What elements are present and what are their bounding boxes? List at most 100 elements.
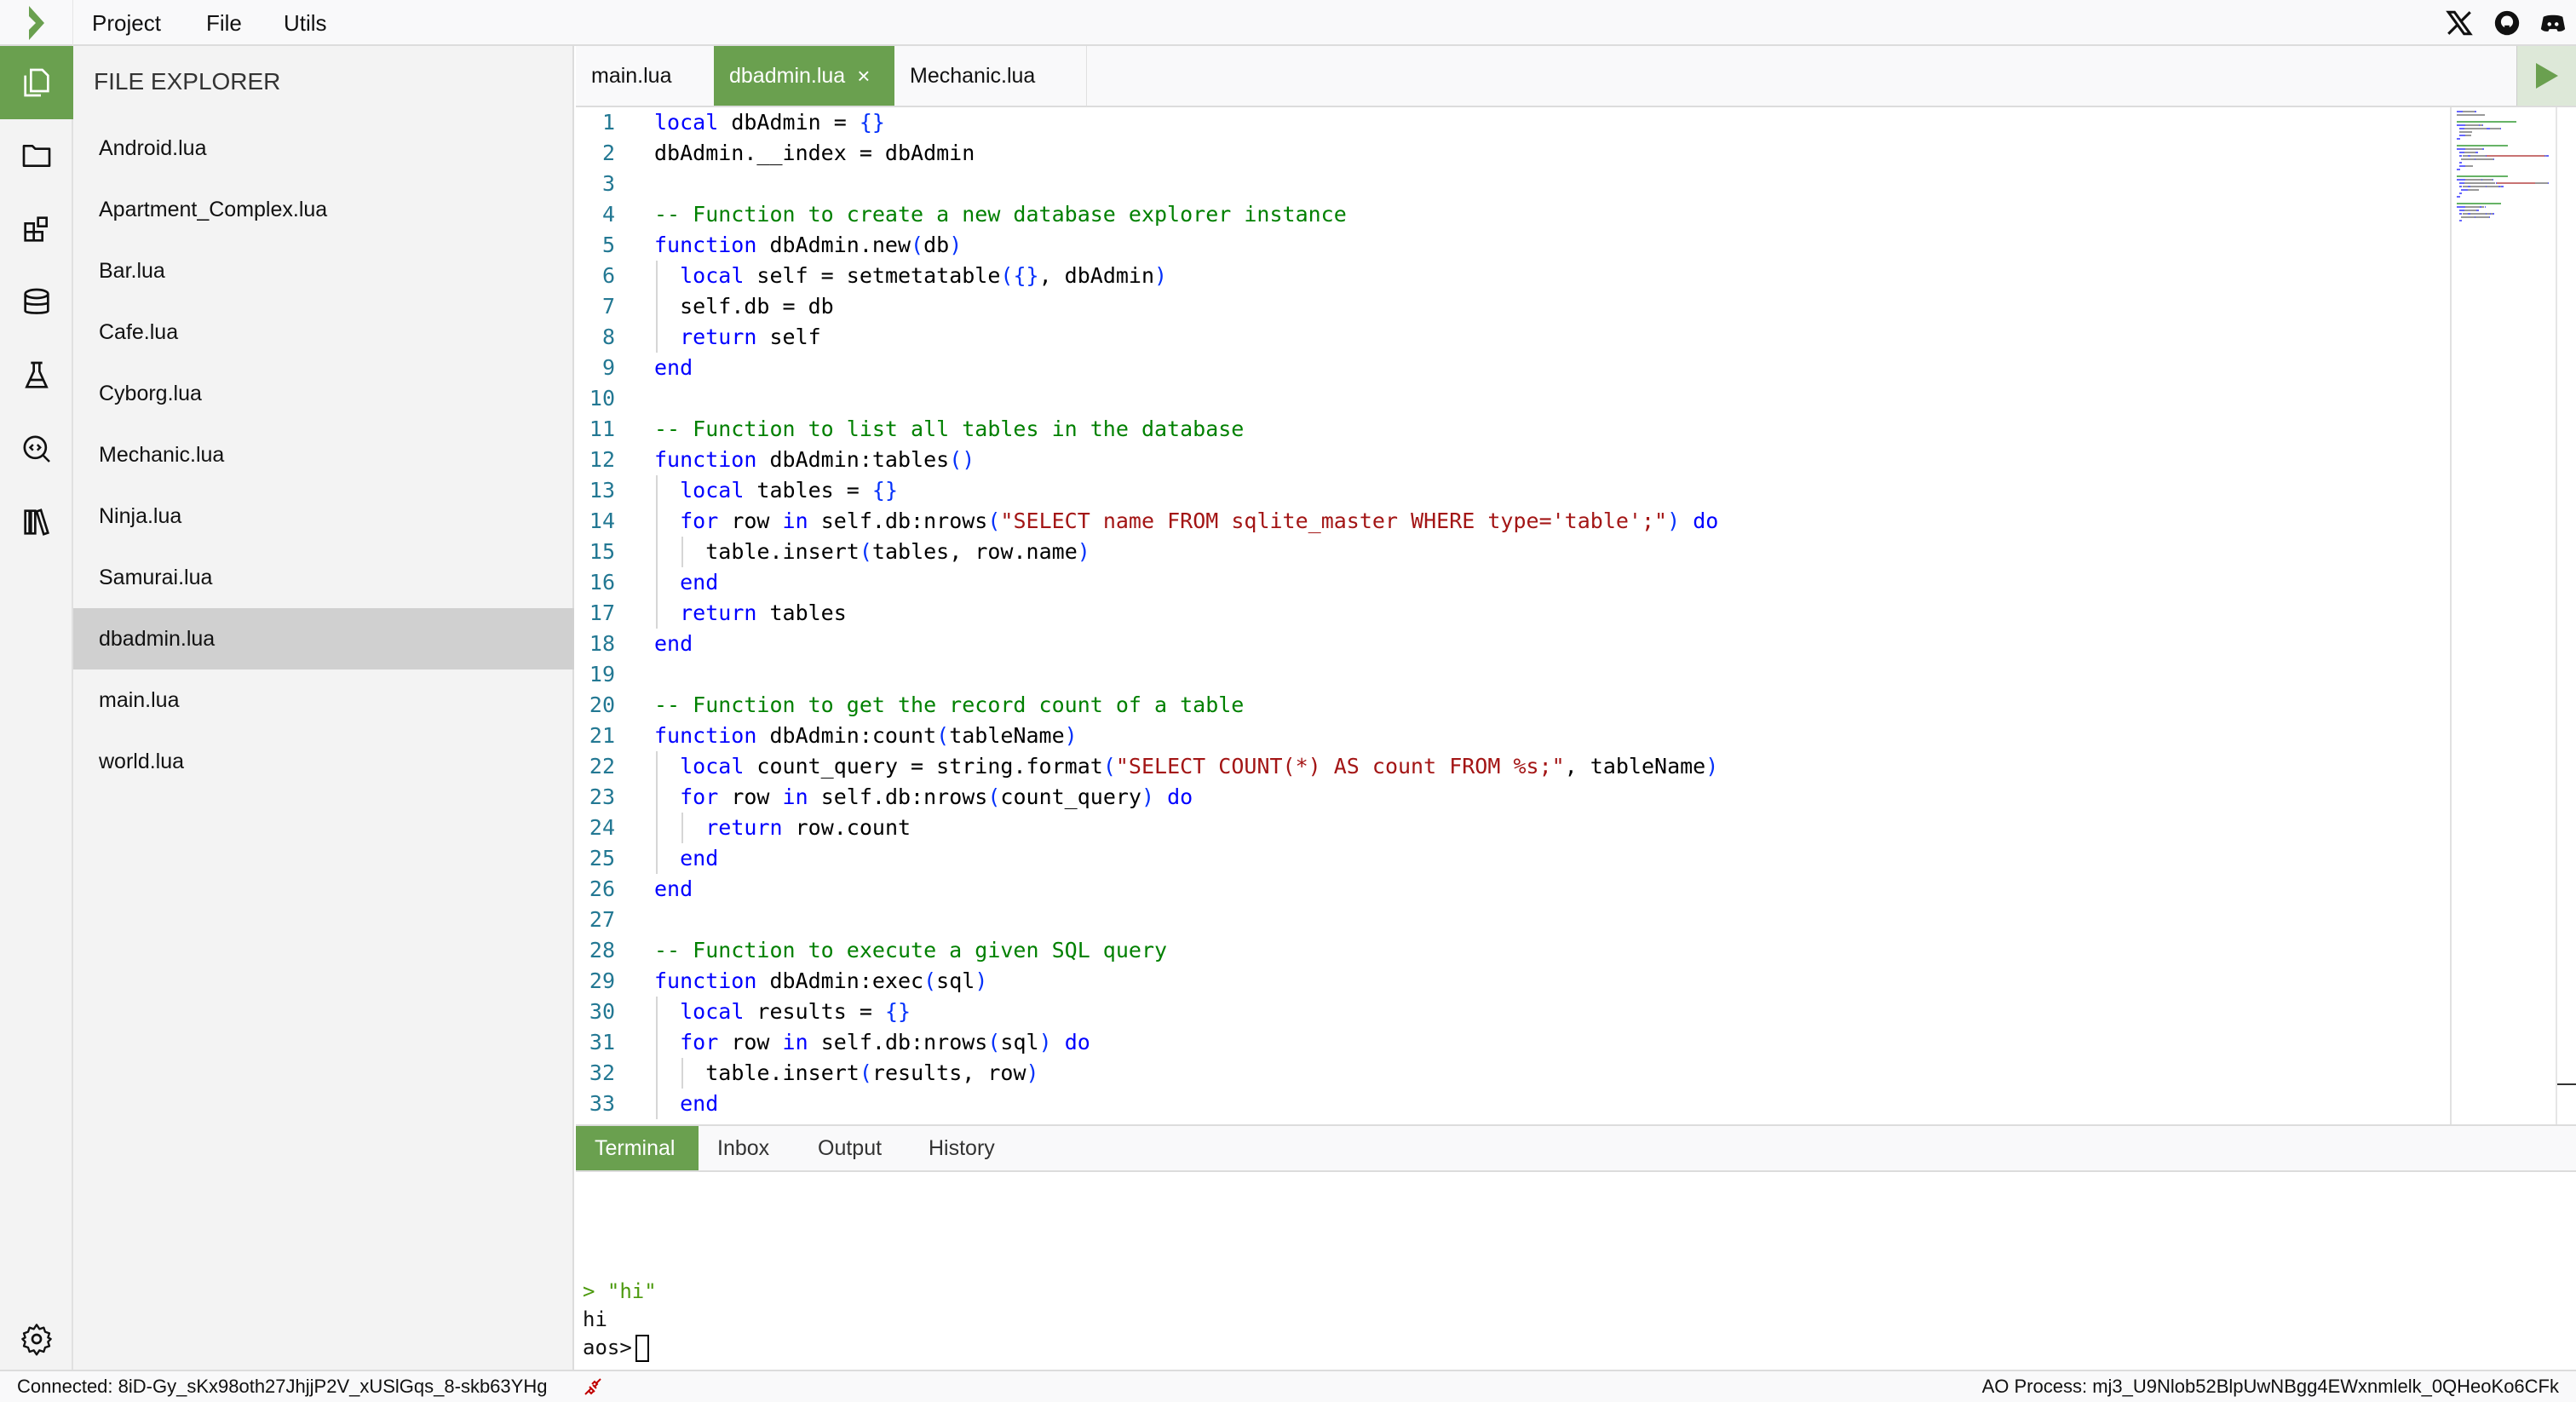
code-text: function dbAdmin.new(db)	[654, 230, 962, 261]
comment-token: -- Function to create a new database exp…	[654, 202, 1347, 227]
line-number: 15	[589, 539, 615, 564]
text-token: table.insert	[705, 539, 860, 564]
minimap-line	[2457, 196, 2460, 198]
terminal[interactable]: > "hi" hi aos>	[576, 1172, 2576, 1370]
file-item[interactable]: Cafe.lua	[73, 302, 574, 363]
github-icon[interactable]	[2493, 9, 2521, 37]
indent-guide	[656, 475, 658, 506]
tab-terminal[interactable]: Terminal	[576, 1126, 699, 1170]
tab-dbadmin-lua[interactable]: dbadmin.lua ×	[714, 46, 894, 106]
code-text: -- Function to execute a given SQL query	[654, 935, 1167, 966]
keyword-token: for	[680, 1030, 719, 1054]
terminal-cursor[interactable]	[635, 1335, 649, 1362]
indent-guide	[681, 1058, 684, 1089]
file-item[interactable]: Ninja.lua	[73, 486, 574, 547]
file-item[interactable]: Android.lua	[73, 118, 574, 179]
bracket-token: )	[1667, 509, 1681, 533]
minimap-line	[2468, 189, 2479, 191]
menu-project[interactable]: Project	[92, 0, 161, 46]
run-button[interactable]	[2516, 46, 2576, 106]
database-icon[interactable]	[0, 266, 73, 339]
code-line: 16 end	[576, 567, 2450, 598]
tab-mechanic-lua[interactable]: Mechanic.lua	[894, 46, 1087, 106]
close-icon[interactable]: ×	[857, 63, 870, 89]
panel-tabs: Terminal Inbox Output History	[576, 1124, 2576, 1172]
file-item[interactable]: Cyborg.lua	[73, 363, 574, 424]
minimap-line	[2461, 216, 2475, 218]
code-text: return tables	[680, 598, 847, 629]
minimap-line	[2490, 128, 2500, 129]
discord-icon[interactable]	[2539, 9, 2567, 37]
keyword-token: local	[680, 478, 745, 503]
code-editor[interactable]: 1 local dbAdmin = {} 2 dbAdmin.__index = db…	[576, 107, 2450, 1124]
code-text: end	[680, 843, 718, 874]
code-line: 9 end	[576, 353, 2450, 383]
keyword-token: function	[654, 233, 757, 257]
app-logo[interactable]	[0, 0, 73, 46]
file-explorer: FILE EXPLORER Android.lua Apartment_Compl…	[73, 46, 574, 1370]
file-item[interactable]: Bar.lua	[73, 240, 574, 302]
flask-icon[interactable]	[0, 339, 73, 412]
indent-guide	[656, 598, 658, 629]
text-token: self.db:nrows	[808, 509, 988, 533]
minimap-line	[2487, 155, 2544, 157]
line-number: 26	[589, 876, 615, 901]
line-number: 3	[601, 171, 615, 196]
vertical-scrollbar[interactable]	[2556, 107, 2576, 1124]
minimap-line	[2464, 128, 2487, 129]
file-item[interactable]: dbadmin.lua	[73, 608, 574, 669]
status-bar: Connected: 8iD-Gy_sKx98oth27JhjjP2V_xUSl…	[0, 1370, 2576, 1402]
tab-history[interactable]: History	[910, 1126, 1014, 1170]
indent-guide	[681, 537, 684, 567]
line-number: 8	[601, 325, 615, 349]
file-item[interactable]: main.lua	[73, 669, 574, 731]
editor-tabs: main.lua dbadmin.lua × Mechanic.lua	[576, 46, 2576, 107]
library-icon[interactable]	[0, 486, 73, 559]
code-line: 13 local tables = {}	[576, 475, 2450, 506]
bracket-token: )	[1705, 754, 1719, 779]
tab-label: main.lua	[591, 63, 672, 88]
text-token: tables	[756, 600, 847, 625]
code-text: self.db = db	[680, 291, 834, 322]
minimap-line	[2457, 124, 2466, 126]
file-item[interactable]: world.lua	[73, 731, 574, 792]
menu-utils[interactable]: Utils	[284, 0, 327, 46]
packages-icon[interactable]	[0, 192, 73, 266]
file-item[interactable]: Samurai.lua	[73, 547, 574, 608]
code-line: 3	[576, 169, 2450, 199]
menu-file[interactable]: File	[206, 0, 242, 46]
tab-output[interactable]: Output	[799, 1126, 900, 1170]
bracket-token: (	[987, 784, 1001, 809]
minimap-line	[2457, 206, 2466, 208]
text-token: sql	[1000, 1030, 1039, 1054]
folder-icon[interactable]	[0, 119, 73, 192]
files-icon[interactable]	[0, 46, 73, 119]
code-line: 20 -- Function to get the record count of…	[576, 690, 2450, 721]
minimap-line	[2457, 121, 2517, 123]
minimap-line	[2465, 135, 2471, 136]
code-search-icon[interactable]	[0, 412, 73, 486]
code-text: -- Function to create a new database exp…	[654, 199, 1347, 230]
file-item[interactable]: Mechanic.lua	[73, 424, 574, 486]
minimap-line	[2484, 206, 2486, 208]
bracket-token: (	[1000, 263, 1014, 288]
gear-icon[interactable]	[0, 1302, 73, 1376]
text-token: dbAdmin.new	[756, 233, 911, 257]
line-number: 22	[589, 754, 615, 779]
disconnect-icon[interactable]	[583, 1378, 603, 1397]
tab-main-lua[interactable]: main.lua	[576, 46, 714, 106]
code-line: 24 return row.count	[576, 813, 2450, 843]
x-icon[interactable]	[2445, 9, 2474, 37]
minimap-line	[2481, 124, 2484, 126]
text-token: table.insert	[705, 1060, 860, 1085]
minimap-line	[2535, 182, 2548, 184]
code-text: table.insert(results, row)	[705, 1058, 1038, 1089]
minimap-line	[2481, 179, 2493, 181]
minimap[interactable]	[2450, 107, 2556, 1124]
minimap-line	[2465, 165, 2474, 167]
terminal-prompt-line[interactable]: aos>	[583, 1334, 649, 1362]
minimap-line	[2464, 152, 2476, 153]
tab-inbox[interactable]: Inbox	[699, 1126, 788, 1170]
file-item[interactable]: Apartment_Complex.lua	[73, 179, 574, 240]
line-number: 29	[589, 968, 615, 993]
